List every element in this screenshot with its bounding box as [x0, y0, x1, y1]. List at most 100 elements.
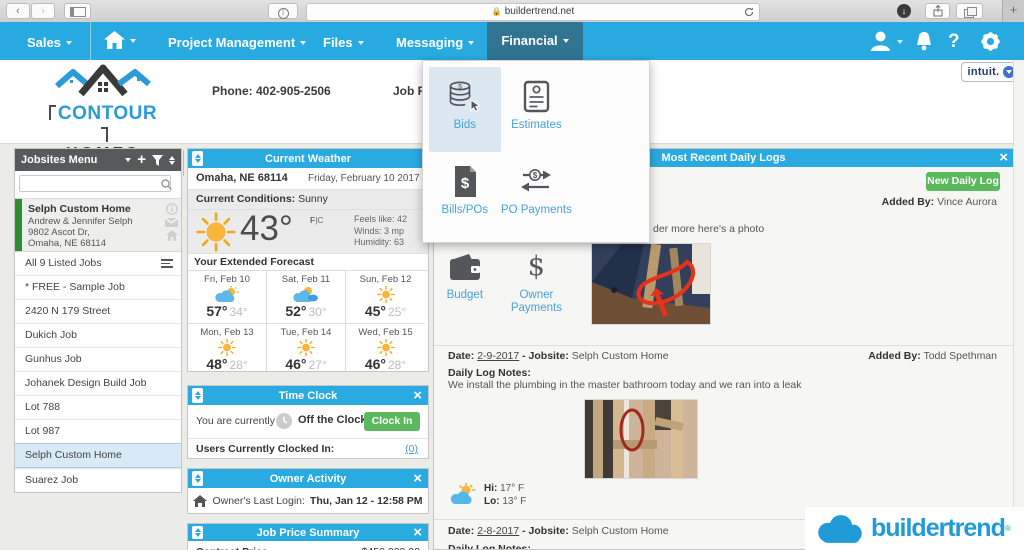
- share-button[interactable]: [925, 3, 950, 19]
- address-bar[interactable]: 🔒 buildertrend.net: [306, 3, 760, 21]
- owner-last-login-row: Owner's Last Login: Thu, Jan 12 - 12:58 …: [188, 488, 428, 513]
- owner-activity-header[interactable]: Owner Activity ×: [188, 469, 428, 488]
- selected-job-city: Omaha, NE 68114: [28, 238, 106, 249]
- svg-text:$: $: [458, 83, 462, 90]
- job-list-item-selected[interactable]: Selph Custom Home: [15, 443, 181, 468]
- chevron-down-icon: [357, 41, 364, 45]
- selected-job-card[interactable]: Selph Custom Home Andrew & Jennifer Selp…: [15, 199, 181, 252]
- page-scrollbar[interactable]: [1013, 60, 1024, 550]
- current-weather-widget: Current Weather Omaha, NE 68114 Friday, …: [187, 148, 429, 372]
- downloads-button[interactable]: ↓: [897, 4, 911, 18]
- house-icon[interactable]: [165, 230, 178, 241]
- log-weather: Hi: 17° F Lo: 13° F: [450, 483, 526, 508]
- job-price-header[interactable]: Job Price Summary ×: [188, 524, 428, 541]
- company-phone: Phone: 402-905-2506: [212, 84, 331, 98]
- drag-handle-icon[interactable]: [192, 151, 203, 166]
- nav-messaging[interactable]: Messaging: [396, 35, 475, 50]
- selected-job-name: Selph Custom Home: [28, 203, 131, 215]
- job-list-item[interactable]: Dukich Job: [15, 323, 181, 347]
- log-notes-label: Daily Log Notes:: [448, 543, 531, 550]
- menu-item-bids[interactable]: $ Bids: [429, 67, 501, 152]
- tabs-button[interactable]: [956, 3, 983, 19]
- job-list-item[interactable]: Lot 788: [15, 395, 181, 419]
- menu-item-estimates[interactable]: Estimates: [501, 67, 573, 152]
- new-tab-button[interactable]: +: [1002, 0, 1024, 22]
- job-list-item[interactable]: Suarez Job: [15, 468, 181, 492]
- close-icon[interactable]: ×: [413, 386, 422, 405]
- filter-icon[interactable]: [152, 154, 163, 166]
- nav-files[interactable]: Files: [323, 35, 364, 50]
- all-jobs-row[interactable]: All 9 Listed Jobs: [15, 252, 181, 275]
- job-list-item[interactable]: Johanek Design Build Job: [15, 371, 181, 395]
- nav-home[interactable]: [104, 31, 136, 54]
- main-nav: Sales Project Management Files Messaging…: [0, 22, 1024, 60]
- owner-activity-widget: Owner Activity × Owner's Last Login: Thu…: [187, 468, 429, 514]
- back-button[interactable]: ‹: [6, 3, 30, 19]
- svg-text:$: $: [461, 175, 470, 192]
- house-icon: [193, 495, 208, 507]
- cloud-icon: [818, 514, 862, 543]
- forecast-grid: Fri, Feb 10 57° 34° Sat, Feb 11 52° 30° Su…: [188, 270, 428, 371]
- time-clock-header[interactable]: Time Clock ×: [188, 386, 428, 405]
- mail-icon[interactable]: [165, 218, 178, 227]
- nav-sales[interactable]: Sales: [27, 35, 72, 50]
- url-text: buildertrend.net: [504, 6, 575, 17]
- close-icon[interactable]: ×: [413, 469, 422, 488]
- nav-financial-active[interactable]: Financial: [487, 22, 583, 60]
- privacy-button[interactable]: |: [268, 3, 298, 19]
- menu-item-po-payments[interactable]: $ PO Payments: [501, 152, 573, 237]
- svg-text:$: $: [533, 171, 538, 180]
- menu-item-budget[interactable]: Budget: [429, 237, 501, 322]
- drag-handle-icon[interactable]: [192, 526, 203, 539]
- chevron-down-icon[interactable]: [125, 158, 132, 162]
- intuit-connect-button[interactable]: intuit.: [961, 62, 1021, 82]
- buildertrend-watermark: buildertrend ®: [805, 507, 1024, 550]
- user-menu[interactable]: [869, 31, 903, 56]
- sunny-icon: [218, 338, 236, 357]
- drag-handle-icon[interactable]: [192, 388, 203, 403]
- close-icon[interactable]: ×: [413, 524, 422, 541]
- weather-location-row: Omaha, NE 68114 Friday, February 10 2017: [188, 168, 428, 190]
- job-list-item[interactable]: * FREE - Sample Job: [15, 275, 181, 299]
- job-list-item[interactable]: Lot 987: [15, 419, 181, 443]
- refresh-icon[interactable]: [744, 7, 754, 17]
- menu-item-bills-pos[interactable]: $ Bills/POs: [429, 152, 501, 237]
- new-daily-log-button[interactable]: New Daily Log: [926, 172, 1000, 191]
- transfer-arrows-icon: $: [521, 169, 552, 192]
- notifications-button[interactable]: [915, 32, 933, 56]
- add-job-icon[interactable]: +: [137, 152, 146, 167]
- sidebar-toggle-button[interactable]: [64, 3, 91, 19]
- menu-item-owner-payments[interactable]: $ Owner Payments: [501, 237, 573, 322]
- unit-toggle[interactable]: F|C: [310, 215, 324, 225]
- log-date-link[interactable]: 2-9-2017: [477, 350, 519, 362]
- sun-icon: [196, 212, 236, 252]
- help-button[interactable]: ?: [948, 31, 960, 53]
- log-meta: Date: 2-8-2017 - Jobsite: Selph Custom H…: [448, 525, 669, 537]
- contract-price-label: Contract Price: [196, 546, 268, 550]
- plus-icon: +: [1009, 2, 1018, 17]
- list-menu-icon[interactable]: [161, 259, 173, 270]
- drag-handle-icon[interactable]: [192, 471, 203, 486]
- log-divider: [434, 345, 1013, 346]
- job-list-item[interactable]: Gunhus Job: [15, 347, 181, 371]
- wallet-icon: [449, 253, 480, 280]
- home-icon: [104, 31, 125, 49]
- weather-title: Current Weather: [265, 152, 351, 165]
- nav-project-management[interactable]: Project Management: [168, 35, 307, 50]
- job-list-item[interactable]: 2420 N 179 Street: [15, 299, 181, 323]
- forecast-cell: Mon, Feb 13 48° 28°: [188, 324, 267, 371]
- info-icon[interactable]: [165, 203, 178, 215]
- weather-location: Omaha, NE 68114: [196, 172, 288, 184]
- intuit-logo: intuit.: [967, 66, 1000, 78]
- log-photo[interactable]: [584, 399, 698, 479]
- log-date-link[interactable]: 2-8-2017: [477, 525, 519, 537]
- clock-in-button[interactable]: Clock In: [364, 412, 420, 431]
- close-icon[interactable]: ×: [999, 149, 1008, 167]
- sunny-icon: [376, 285, 395, 304]
- settings-button[interactable]: [980, 31, 1001, 57]
- weather-header[interactable]: Current Weather: [188, 149, 428, 168]
- jobsites-search-input[interactable]: [19, 175, 171, 192]
- clocked-in-count-link[interactable]: (0): [405, 443, 418, 455]
- forward-button[interactable]: ›: [31, 3, 55, 19]
- sort-icon[interactable]: [169, 155, 175, 165]
